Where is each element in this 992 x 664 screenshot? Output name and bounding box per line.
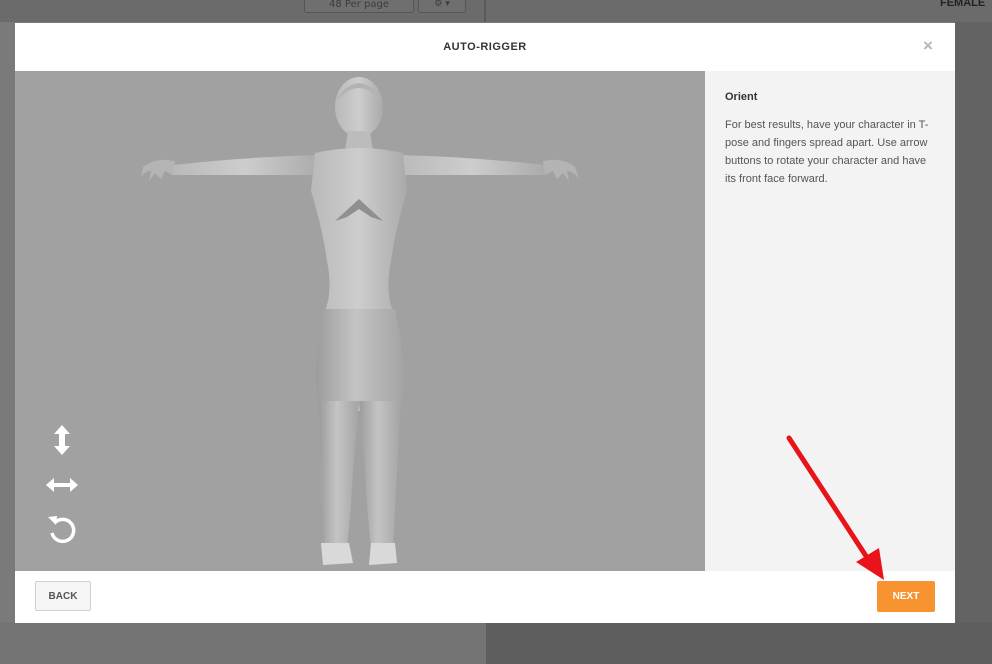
modal-footer: BACK NEXT xyxy=(15,571,955,623)
back-button[interactable]: BACK xyxy=(35,581,91,611)
move-horizontal-icon[interactable] xyxy=(45,468,79,502)
background-bottom-left xyxy=(0,622,486,664)
auto-rigger-modal: AUTO-RIGGER × Orient For best results, h… xyxy=(15,23,955,623)
step-title: Orient xyxy=(725,91,758,103)
background-divider xyxy=(484,0,486,22)
info-panel: Orient For best results, have your chara… xyxy=(705,71,955,571)
modal-header: AUTO-RIGGER × xyxy=(15,23,955,71)
step-instructions: For best results, have your character in… xyxy=(725,119,929,185)
character-model xyxy=(141,77,579,565)
close-icon[interactable]: × xyxy=(921,37,935,54)
model-viewport[interactable] xyxy=(15,71,705,571)
settings-dropdown: ⚙ ▾ xyxy=(418,0,466,13)
move-vertical-icon[interactable] xyxy=(45,423,79,457)
per-page-select: 48 Per page xyxy=(304,0,414,13)
modal-title: AUTO-RIGGER xyxy=(443,41,527,53)
background-right-panel xyxy=(955,22,992,622)
background-category-label: FEMALE xyxy=(940,0,986,9)
background-preview-area xyxy=(486,622,992,664)
rotate-icon[interactable] xyxy=(45,511,79,545)
background-toolbar xyxy=(0,0,992,22)
next-button[interactable]: NEXT xyxy=(877,581,935,612)
